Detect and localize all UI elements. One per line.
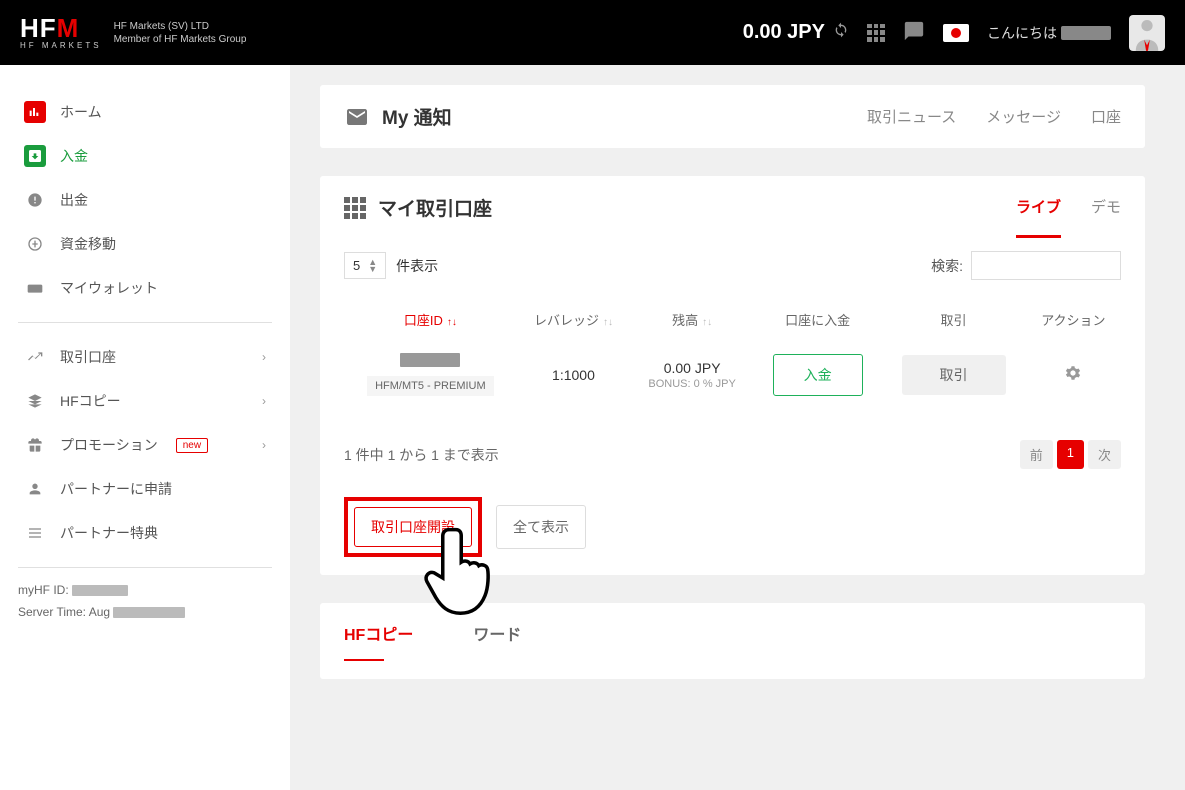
hfcopy-card: HFコピー ワード	[320, 603, 1145, 679]
col-action: アクション	[1026, 302, 1121, 337]
sidebar-item-label: 入金	[60, 146, 88, 166]
account-tag: HFM/MT5 - PREMIUM	[367, 376, 494, 396]
logo-text: HF	[20, 13, 57, 43]
sidebar-item-transfer[interactable]: 資金移動	[18, 222, 272, 266]
logo-text-m: M	[57, 13, 80, 43]
sidebar-item-partner-apply[interactable]: パートナーに申請	[18, 467, 272, 511]
layers-icon	[24, 390, 46, 412]
chat-icon[interactable]	[903, 20, 925, 45]
deposit-icon	[24, 145, 46, 167]
highlight-annotation: 取引口座開設	[344, 497, 482, 557]
logo[interactable]: HFM HF MARKETS	[20, 15, 102, 50]
refresh-icon[interactable]	[833, 21, 849, 44]
server-time-label: Server Time: Aug	[18, 605, 110, 619]
trade-button[interactable]: 取引	[902, 355, 1006, 395]
sidebar-item-label: 出金	[60, 190, 88, 210]
sidebar-item-hfcopy[interactable]: HFコピー ›	[18, 379, 272, 423]
grid-icon	[344, 197, 366, 219]
page-size-select[interactable]: 5 ▲▼	[344, 252, 386, 279]
myhf-id-label: myHF ID:	[18, 583, 69, 597]
list-icon	[24, 522, 46, 544]
user-icon	[24, 478, 46, 500]
withdraw-icon	[24, 189, 46, 211]
col-balance[interactable]: 残高↑↓	[630, 302, 754, 337]
cell-balance: 0.00 JPY	[636, 360, 748, 376]
chart-icon	[24, 101, 46, 123]
card-title: My 通知	[382, 103, 452, 130]
sidebar-item-deposit[interactable]: 入金	[18, 134, 272, 178]
tab-live[interactable]: ライブ	[1016, 196, 1061, 238]
gift-icon	[24, 434, 46, 456]
sidebar-item-label: ホーム	[60, 102, 102, 122]
sidebar-item-wallet[interactable]: マイウォレット	[18, 266, 272, 310]
avatar[interactable]	[1129, 15, 1165, 51]
sidebar-item-label: パートナーに申請	[60, 479, 172, 499]
page-size-label: 件表示	[396, 256, 438, 276]
apps-grid-icon[interactable]	[867, 24, 885, 42]
mail-icon	[344, 104, 370, 130]
company-desc: HF Markets (SV) LTD Member of HF Markets…	[114, 20, 247, 46]
accounts-icon	[24, 346, 46, 368]
show-all-button[interactable]: 全て表示	[496, 505, 586, 549]
sidebar-item-partner-benefits[interactable]: パートナー特典	[18, 511, 272, 555]
card-title: マイ取引口座	[378, 194, 492, 221]
col-id[interactable]: 口座ID↑↓	[344, 302, 517, 337]
tab-messages[interactable]: メッセージ	[986, 106, 1061, 127]
sidebar-item-label: HFコピー	[60, 391, 121, 411]
sidebar-item-promotion[interactable]: プロモーション new ›	[18, 423, 272, 467]
open-account-button[interactable]: 取引口座開設	[354, 507, 472, 547]
balance-display: 0.00 JPY	[743, 21, 849, 44]
accounts-table: 口座ID↑↓ レバレッジ↑↓ 残高↑↓ 口座に入金 取引 アクション HFM/M…	[344, 302, 1121, 412]
hfcopy-title[interactable]: HFコピー	[344, 621, 413, 645]
tab-news[interactable]: 取引ニュース	[867, 106, 956, 127]
sidebar-item-home[interactable]: ホーム	[18, 90, 272, 134]
sidebar-item-accounts[interactable]: 取引口座 ›	[18, 335, 272, 379]
cell-leverage: 1:1000	[517, 337, 630, 412]
top-header: HFM HF MARKETS HF Markets (SV) LTD Membe…	[0, 0, 1185, 65]
tab-account[interactable]: 口座	[1091, 106, 1121, 127]
language-flag-jp[interactable]	[943, 24, 969, 42]
table-row: HFM/MT5 - PREMIUM 1:1000 0.00 JPY BONUS:…	[344, 337, 1121, 412]
sidebar-item-label: マイウォレット	[60, 278, 158, 298]
sidebar-item-label: プロモーション	[60, 435, 158, 455]
sidebar: ホーム 入金 出金 資金移動 マイウォレット 取引口座 › HFコピー ›	[0, 65, 290, 790]
sidebar-item-label: 資金移動	[60, 234, 116, 254]
pager-next[interactable]: 次	[1088, 440, 1121, 469]
table-footer-text: 1 件中 1 から 1 まで表示	[344, 445, 499, 465]
col-leverage[interactable]: レバレッジ↑↓	[517, 302, 630, 337]
chevron-right-icon: ›	[262, 438, 266, 452]
pager-prev[interactable]: 前	[1020, 440, 1053, 469]
search-label: 検索:	[931, 256, 963, 276]
pager-page-1[interactable]: 1	[1057, 440, 1084, 469]
cell-bonus: BONUS: 0 % JPY	[636, 378, 748, 390]
greeting: こんにちは	[987, 23, 1111, 43]
gear-icon[interactable]	[1064, 369, 1082, 385]
tab-demo[interactable]: デモ	[1091, 196, 1121, 220]
chevron-right-icon: ›	[262, 350, 266, 364]
sidebar-info: myHF ID: Server Time: Aug	[18, 580, 272, 623]
deposit-button[interactable]: 入金	[773, 354, 863, 396]
sidebar-item-label: パートナー特典	[60, 523, 158, 543]
accounts-card: マイ取引口座 ライブ デモ 5 ▲▼ 件表示 検索:	[320, 176, 1145, 575]
logo-subtext: HF MARKETS	[20, 41, 102, 50]
col-trade: 取引	[881, 302, 1026, 337]
hfcopy-word-label[interactable]: ワード	[473, 621, 521, 645]
col-deposit: 口座に入金	[754, 302, 881, 337]
pager: 前 1 次	[1020, 440, 1121, 469]
sidebar-item-withdraw[interactable]: 出金	[18, 178, 272, 222]
notifications-card: My 通知 取引ニュース メッセージ 口座	[320, 85, 1145, 148]
search-input[interactable]	[971, 251, 1121, 280]
main-content: My 通知 取引ニュース メッセージ 口座 マイ取引口座 ライブ デモ	[290, 65, 1185, 790]
new-badge: new	[176, 438, 208, 453]
wallet-icon	[24, 277, 46, 299]
sidebar-item-label: 取引口座	[60, 347, 116, 367]
chevron-right-icon: ›	[262, 394, 266, 408]
account-id-masked	[400, 353, 460, 367]
transfer-icon	[24, 233, 46, 255]
